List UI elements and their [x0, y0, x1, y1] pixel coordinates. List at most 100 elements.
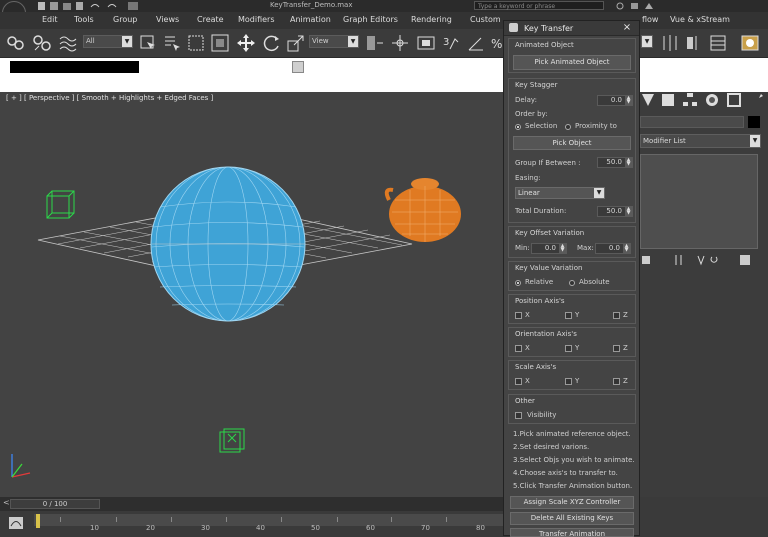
bind-spacewarp-icon[interactable] — [58, 33, 78, 53]
scene-canvas[interactable] — [0, 92, 503, 497]
dummy-helper-top[interactable] — [46, 190, 75, 219]
menu-animation[interactable]: Animation — [290, 15, 331, 24]
menu-flow[interactable]: flow — [642, 15, 658, 24]
keyboard-shortcut-icon[interactable] — [416, 33, 436, 53]
menu-graph-editors[interactable]: Graph Editors — [343, 15, 398, 24]
sphere-object[interactable] — [150, 166, 306, 322]
key-stagger-group: Key Stagger Delay: 0.0 ▲ ▼ Order by: Selec… — [508, 78, 636, 223]
menu-edit[interactable]: Edit — [42, 15, 58, 24]
material-editor-icon[interactable] — [740, 33, 760, 53]
create-tab-icon[interactable] — [640, 92, 656, 108]
menu-tools[interactable]: Tools — [74, 15, 94, 24]
modify-tab-icon[interactable] — [660, 92, 676, 108]
link-icon[interactable] — [6, 33, 26, 53]
move-icon[interactable] — [236, 33, 256, 53]
mirror-icon[interactable] — [660, 33, 680, 53]
playhead[interactable] — [36, 514, 40, 528]
menu-vue-xstream[interactable]: Vue & xStream — [670, 15, 730, 24]
utilities-tab-icon[interactable] — [748, 92, 764, 108]
menu-rendering[interactable]: Rendering — [411, 15, 452, 24]
order-proximity-radio[interactable] — [565, 124, 571, 130]
instruction-line: 1.Pick animated reference object. — [513, 430, 631, 438]
unlink-icon[interactable] — [32, 33, 52, 53]
motion-tab-icon[interactable] — [704, 92, 720, 108]
total-duration-spinner[interactable]: 50.0 ▲ ▼ — [597, 206, 633, 217]
spinner-arrows-icon[interactable]: ▲ ▼ — [559, 244, 566, 253]
ribbon-slider-thumb[interactable] — [292, 61, 304, 73]
chevron-down-icon: ▼ — [348, 36, 358, 47]
angle-snap-icon[interactable] — [466, 33, 486, 53]
select-object-icon[interactable] — [138, 33, 158, 53]
pick-object-button[interactable]: Pick Object — [513, 136, 631, 150]
offset-min-spinner[interactable]: 0.0 ▲ ▼ — [531, 243, 567, 254]
pivot-center-icon[interactable] — [364, 33, 384, 53]
spinner-arrows-icon[interactable]: ▲ ▼ — [625, 96, 632, 105]
selection-filter-dropdown[interactable]: All ▼ — [83, 35, 133, 48]
rect-selection-icon[interactable] — [186, 33, 206, 53]
orientation-z-checkbox[interactable] — [613, 345, 620, 352]
reference-coord-dropdown[interactable]: View ▼ — [309, 35, 359, 48]
orientation-y-checkbox[interactable] — [565, 345, 572, 352]
scale-y-checkbox[interactable] — [565, 378, 572, 385]
time-slider[interactable]: 0 / 100 — [10, 499, 100, 509]
spinner-arrows-icon[interactable]: ▲ ▼ — [625, 207, 632, 216]
spinner-arrows-icon[interactable]: ▲ ▼ — [623, 244, 630, 253]
rotate-icon[interactable] — [262, 33, 282, 53]
stack-toolbar[interactable] — [640, 253, 768, 267]
orientation-x-checkbox[interactable] — [515, 345, 522, 352]
scale-icon[interactable] — [286, 33, 306, 53]
track-bar-ruler[interactable] — [34, 514, 503, 526]
menu-views[interactable]: Views — [156, 15, 179, 24]
delay-label: Delay: — [515, 96, 537, 104]
dialog-title-bar[interactable]: Key Transfer × — [504, 21, 639, 36]
absolute-radio[interactable] — [569, 280, 575, 286]
delete-keys-button[interactable]: Delete All Existing Keys — [510, 512, 634, 525]
object-name-field[interactable] — [640, 116, 744, 128]
object-color-swatch[interactable] — [748, 116, 760, 128]
tick-label: 20 — [146, 524, 155, 532]
assign-scale-xyz-button[interactable]: Assign Scale XYZ Controller — [510, 496, 634, 509]
help-icons[interactable] — [615, 1, 665, 11]
menu-customize[interactable]: Custom — [470, 15, 501, 24]
mini-curve-editor-icon[interactable] — [8, 515, 24, 531]
ribbon-black-panel — [10, 61, 139, 73]
quick-access-toolbar[interactable] — [36, 1, 156, 11]
easing-dropdown[interactable]: Linear ▼ — [515, 187, 605, 199]
dummy-helper-bottom[interactable] — [219, 428, 245, 453]
scale-z-checkbox[interactable] — [613, 378, 620, 385]
layer-icon[interactable] — [708, 33, 728, 53]
delay-spinner[interactable]: 0.0 ▲ ▼ — [597, 95, 633, 106]
time-prev-arrow-icon[interactable]: < — [3, 498, 10, 507]
offset-max-spinner[interactable]: 0.0 ▲ ▼ — [595, 243, 631, 254]
order-selection-radio[interactable] — [515, 124, 521, 130]
key-offset-group: Key Offset Variation Min: 0.0 ▲ ▼ Max: 0.0… — [508, 226, 636, 258]
window-crossing-icon[interactable] — [210, 33, 230, 53]
teapot-object[interactable] — [384, 178, 461, 242]
pick-animated-object-button[interactable]: Pick Animated Object — [513, 55, 631, 70]
named-selection-dropdown[interactable]: ▼ — [641, 35, 653, 48]
menu-create[interactable]: Create — [197, 15, 224, 24]
group-if-between-spinner[interactable]: 50.0 ▲ ▼ — [597, 157, 633, 168]
close-icon[interactable]: × — [619, 21, 635, 34]
select-manipulate-icon[interactable] — [390, 33, 410, 53]
select-by-name-icon[interactable] — [162, 33, 182, 53]
display-tab-icon[interactable] — [726, 92, 742, 108]
scale-x-checkbox[interactable] — [515, 378, 522, 385]
order-by-label: Order by: — [515, 110, 548, 118]
modifier-stack[interactable] — [640, 154, 758, 249]
snaps-toggle-icon[interactable]: 3 — [442, 33, 462, 53]
align-icon[interactable] — [684, 33, 704, 53]
visibility-checkbox[interactable] — [515, 412, 522, 419]
position-y-checkbox[interactable] — [565, 312, 572, 319]
relative-radio[interactable] — [515, 280, 521, 286]
modifier-list-dropdown[interactable]: Modifier List ▼ — [640, 134, 761, 148]
spinner-arrows-icon[interactable]: ▲ ▼ — [625, 158, 632, 167]
menu-modifiers[interactable]: Modifiers — [238, 15, 275, 24]
menu-group[interactable]: Group — [113, 15, 137, 24]
perspective-viewport[interactable]: [ + ] [ Perspective ] [ Smooth + Highlig… — [0, 92, 503, 497]
dialog-title: Key Transfer — [524, 24, 574, 33]
position-x-checkbox[interactable] — [515, 312, 522, 319]
hierarchy-tab-icon[interactable] — [682, 92, 698, 108]
search-input[interactable]: Type a keyword or phrase — [474, 1, 604, 10]
position-z-checkbox[interactable] — [613, 312, 620, 319]
